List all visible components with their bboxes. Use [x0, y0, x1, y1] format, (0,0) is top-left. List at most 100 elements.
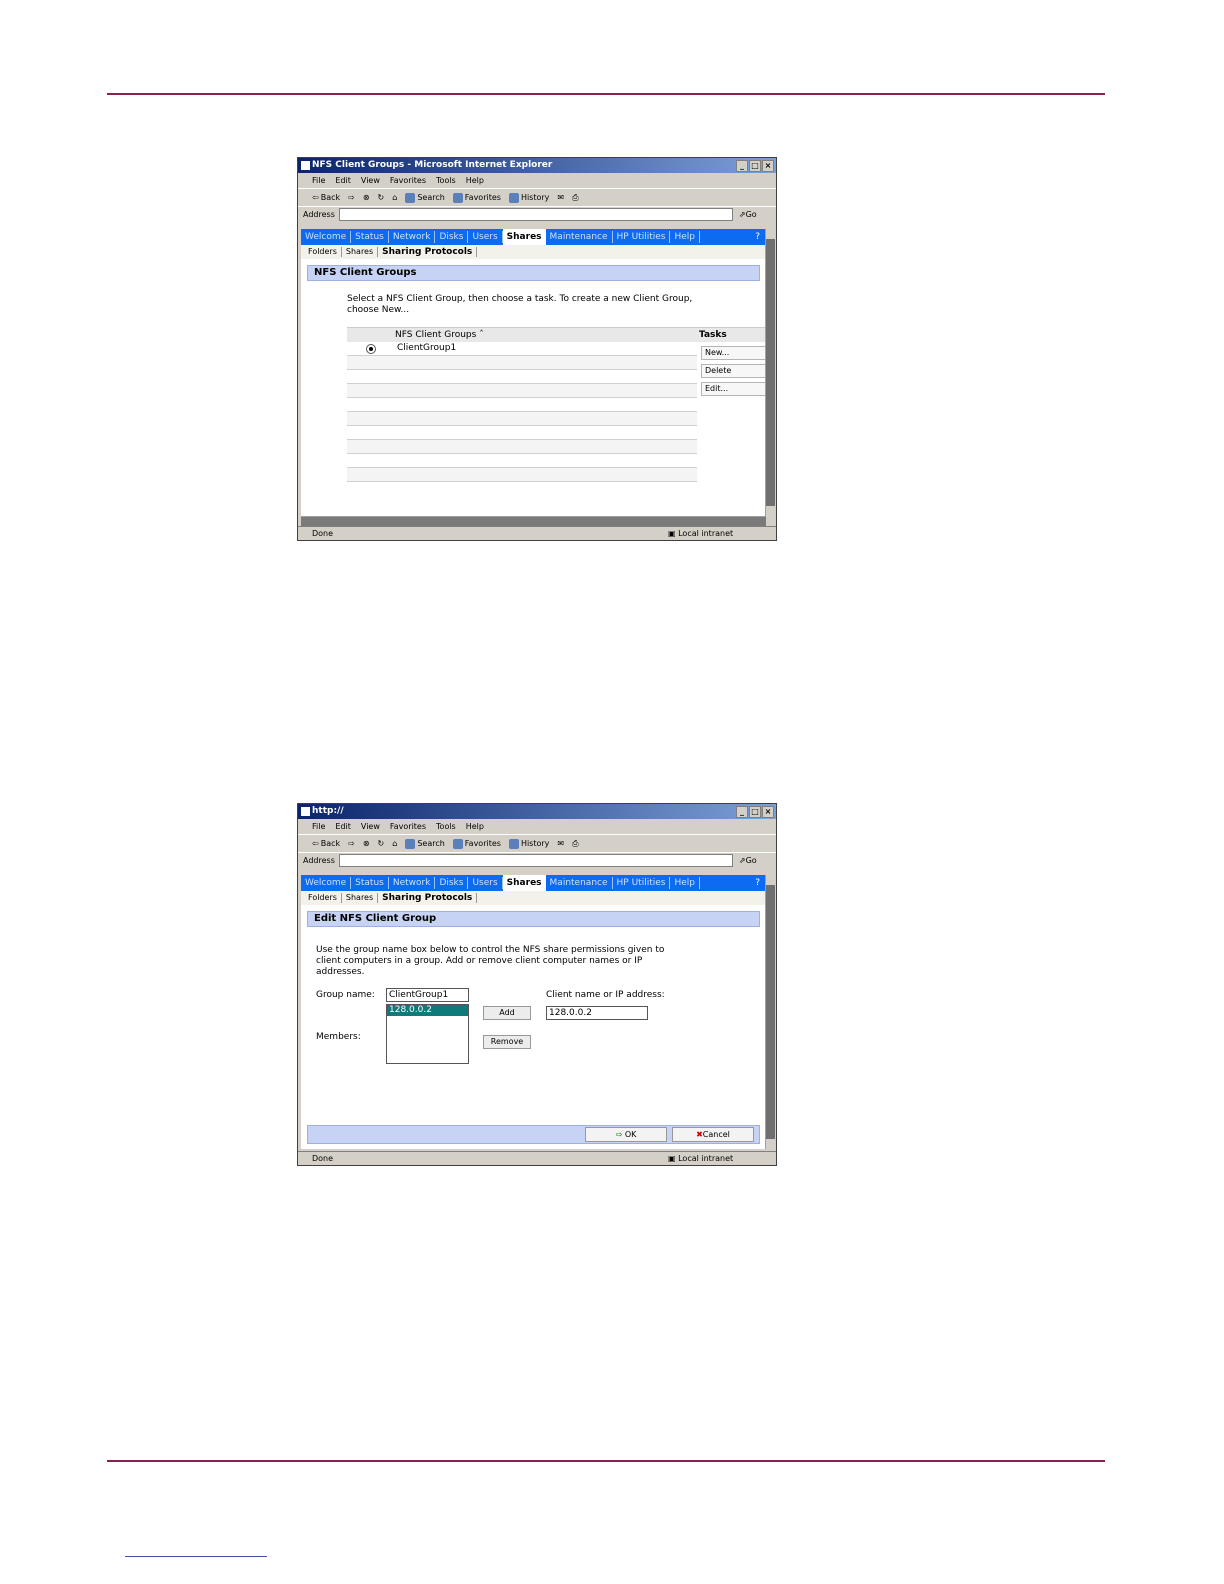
tasks-header: Tasks	[697, 327, 766, 342]
maximize-button[interactable]: □	[749, 160, 761, 172]
subtab-shares[interactable]: Shares	[342, 247, 379, 257]
print-icon[interactable]: ⎙	[572, 835, 578, 852]
print-icon[interactable]: ⎙	[572, 189, 578, 206]
minimize-button[interactable]: _	[736, 160, 748, 172]
stop-icon[interactable]: ⊗	[363, 189, 370, 206]
tab-disks[interactable]: Disks	[435, 231, 469, 243]
cancel-button[interactable]: ✖Cancel	[672, 1127, 754, 1142]
group-name-field[interactable]: ClientGroup1	[386, 988, 469, 1002]
menu-tools[interactable]: Tools	[436, 173, 456, 188]
menu-favorites[interactable]: Favorites	[390, 819, 426, 834]
edit-button[interactable]: Edit...	[701, 382, 766, 396]
close-button[interactable]: ×	[762, 806, 774, 818]
refresh-icon[interactable]: ↻	[378, 835, 385, 852]
menu-file[interactable]: File	[312, 173, 325, 188]
address-label: Address	[303, 856, 335, 865]
subtab-folders[interactable]: Folders	[304, 893, 342, 903]
page-content: Welcome Status Network Disks Users Share…	[301, 229, 766, 516]
vertical-scrollbar[interactable]	[765, 875, 775, 1149]
go-button[interactable]: ⇗Go	[739, 856, 757, 865]
subtab-folders[interactable]: Folders	[304, 247, 342, 257]
mail-icon[interactable]: ✉	[557, 835, 564, 852]
subtab-shares[interactable]: Shares	[342, 893, 379, 903]
member-item[interactable]: 128.0.0.2	[387, 1005, 468, 1016]
scroll-thumb[interactable]	[766, 885, 775, 1139]
menu-view[interactable]: View	[361, 819, 380, 834]
client-label: Client name or IP address:	[546, 990, 665, 1000]
delete-button[interactable]: Delete	[701, 364, 766, 378]
menu-favorites[interactable]: Favorites	[390, 173, 426, 188]
client-field[interactable]: 128.0.0.2	[546, 1006, 648, 1020]
search-button[interactable]: Search	[405, 835, 445, 852]
browser-toolbar: ⇦ Back ⇨ ⊗ ↻ ⌂ Search Favorites History ✉…	[298, 188, 776, 206]
menu-tools[interactable]: Tools	[436, 819, 456, 834]
tab-maintenance[interactable]: Maintenance	[546, 877, 613, 889]
forward-icon[interactable]: ⇨	[348, 189, 355, 206]
menu-help[interactable]: Help	[466, 819, 484, 834]
ie-window-edit-nfs-client-group: http:// _ □ × File Edit View Favorites T…	[297, 803, 777, 1166]
close-button[interactable]: ×	[762, 160, 774, 172]
tab-welcome[interactable]: Welcome	[301, 231, 352, 243]
tab-help[interactable]: Help	[670, 877, 700, 889]
forward-icon[interactable]: ⇨	[348, 835, 355, 852]
home-icon[interactable]: ⌂	[392, 835, 397, 852]
menu-edit[interactable]: Edit	[335, 173, 351, 188]
ok-arrow-icon: ⇨	[615, 1130, 623, 1139]
help-icon[interactable]: ?	[755, 878, 760, 888]
tab-shares[interactable]: Shares	[502, 875, 546, 891]
ok-button[interactable]: ⇨ OK	[585, 1127, 667, 1142]
maximize-button[interactable]: □	[749, 806, 761, 818]
tasks-panel: Tasks New... Delete Edit...	[697, 327, 766, 396]
menu-help[interactable]: Help	[466, 173, 484, 188]
go-button[interactable]: ⇗Go	[739, 210, 757, 219]
address-input[interactable]	[338, 208, 733, 221]
history-button[interactable]: History	[508, 835, 549, 852]
tab-network[interactable]: Network	[389, 877, 436, 889]
tab-help[interactable]: Help	[670, 231, 700, 243]
section-title: NFS Client Groups	[307, 265, 760, 281]
vertical-scrollbar[interactable]	[765, 229, 775, 516]
search-button[interactable]: Search	[405, 189, 445, 206]
subtab-sharing-protocols[interactable]: Sharing Protocols	[378, 893, 478, 903]
back-button[interactable]: ⇦ Back	[312, 835, 340, 852]
stop-icon[interactable]: ⊗	[363, 835, 370, 852]
back-button[interactable]: ⇦ Back	[312, 189, 340, 206]
tab-shares[interactable]: Shares	[502, 229, 546, 245]
refresh-icon[interactable]: ↻	[378, 189, 385, 206]
grid-header[interactable]: NFS Client Groups ˆ	[347, 327, 697, 342]
address-input[interactable]	[338, 854, 733, 867]
horizontal-scrollbar[interactable]	[301, 516, 766, 526]
favorites-button[interactable]: Favorites	[452, 835, 501, 852]
history-button[interactable]: History	[508, 189, 549, 206]
table-row	[347, 468, 697, 482]
tab-welcome[interactable]: Welcome	[301, 877, 352, 889]
add-button[interactable]: Add	[483, 1006, 531, 1020]
row-radio[interactable]	[366, 344, 376, 354]
tab-maintenance[interactable]: Maintenance	[546, 231, 613, 243]
minimize-button[interactable]: _	[736, 806, 748, 818]
title-bar: http:// _ □ ×	[298, 804, 776, 819]
members-listbox[interactable]: 128.0.0.2	[386, 1004, 469, 1064]
tab-disks[interactable]: Disks	[435, 877, 469, 889]
menu-file[interactable]: File	[312, 819, 325, 834]
tab-status[interactable]: Status	[351, 877, 389, 889]
home-icon[interactable]: ⌂	[392, 189, 397, 206]
tab-status[interactable]: Status	[351, 231, 389, 243]
tab-users[interactable]: Users	[468, 231, 503, 243]
menu-edit[interactable]: Edit	[335, 819, 351, 834]
tab-network[interactable]: Network	[389, 231, 436, 243]
favorites-button[interactable]: Favorites	[452, 189, 501, 206]
scroll-thumb[interactable]	[766, 239, 775, 506]
subtab-sharing-protocols[interactable]: Sharing Protocols	[378, 247, 478, 257]
mail-icon[interactable]: ✉	[557, 189, 564, 206]
remove-button[interactable]: Remove	[483, 1035, 531, 1049]
tab-hp-utilities[interactable]: HP Utilities	[613, 231, 671, 243]
help-icon[interactable]: ?	[755, 232, 760, 242]
menu-view[interactable]: View	[361, 173, 380, 188]
status-bar: Done ▣ Local intranet	[298, 1151, 776, 1165]
tab-users[interactable]: Users	[468, 877, 503, 889]
table-row[interactable]: ClientGroup1	[347, 342, 697, 356]
tab-hp-utilities[interactable]: HP Utilities	[613, 877, 671, 889]
favorites-icon	[452, 192, 463, 203]
new-button[interactable]: New...	[701, 346, 766, 360]
